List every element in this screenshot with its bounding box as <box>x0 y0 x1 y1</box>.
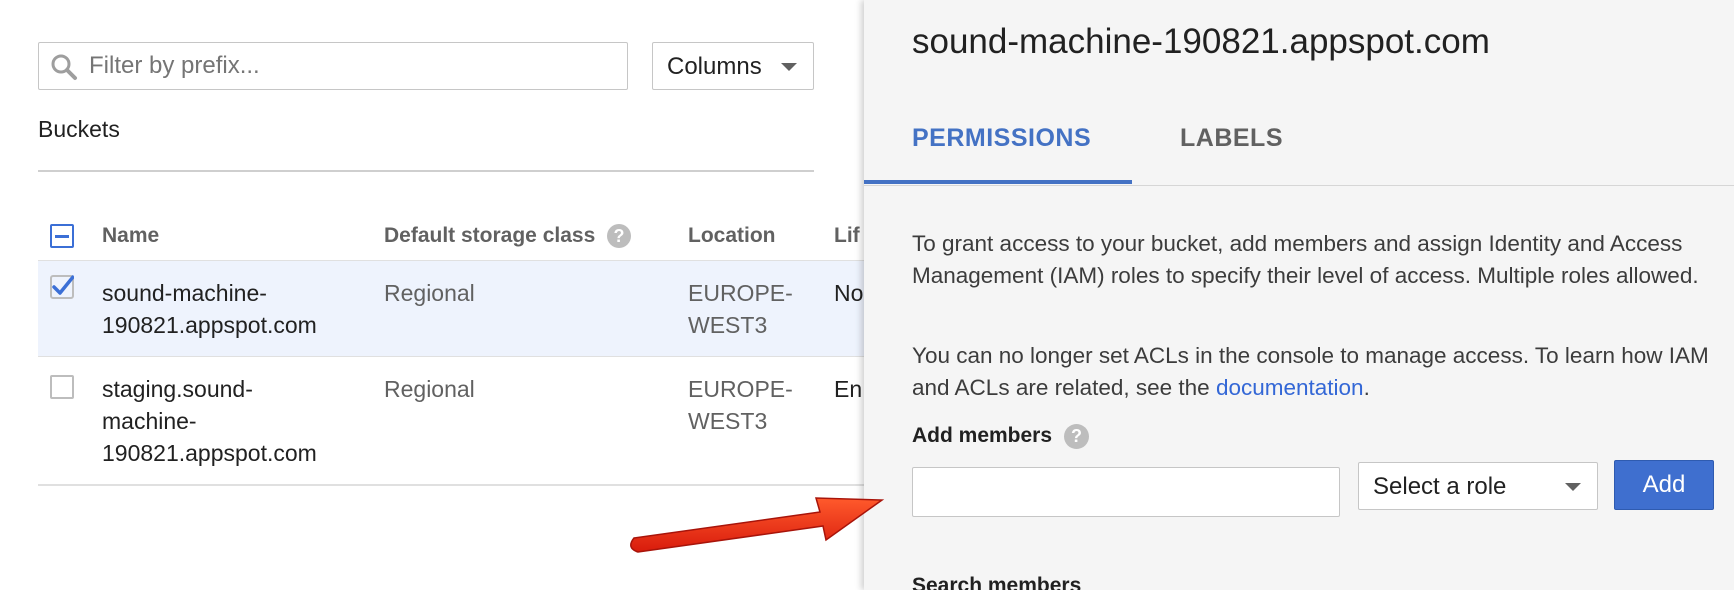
role-select-label: Select a role <box>1373 473 1507 500</box>
panel-title: sound-machine-190821.appspot.com <box>912 22 1490 61</box>
select-all-checkbox[interactable] <box>50 224 74 248</box>
acl-notice-end: . <box>1363 375 1370 400</box>
columns-dropdown-label: Columns <box>667 53 762 80</box>
add-members-heading: Add members? <box>912 424 1090 449</box>
row-checkbox[interactable] <box>50 375 74 399</box>
active-tab-indicator <box>864 180 1132 184</box>
columns-dropdown[interactable]: Columns <box>652 42 814 90</box>
filter-input[interactable] <box>89 49 609 83</box>
tab-permissions[interactable]: PERMISSIONS <box>912 124 1091 153</box>
chevron-down-icon <box>781 63 797 71</box>
table-row[interactable]: sound-machine-190821.appspot.com Regiona… <box>38 260 864 356</box>
header-storage-class[interactable]: Default storage class ? <box>384 224 631 249</box>
bucket-name-link[interactable]: sound-machine-190821.appspot.com <box>102 277 362 341</box>
section-title: Buckets <box>38 116 120 142</box>
header-location[interactable]: Location <box>688 224 776 248</box>
storage-class-value: Regional <box>384 280 475 306</box>
search-members-heading: Search members <box>912 574 1082 590</box>
bucket-name-link[interactable]: staging.sound-machine-190821.appspot.com <box>102 373 342 469</box>
add-button[interactable]: Add <box>1614 460 1714 510</box>
documentation-link[interactable]: documentation <box>1216 375 1364 400</box>
row-checkbox-checked[interactable] <box>50 275 74 299</box>
header-lifecycle[interactable]: Lif <box>834 224 860 248</box>
filter-box[interactable] <box>38 42 628 90</box>
permissions-description: To grant access to your bucket, add memb… <box>912 231 1699 288</box>
table-row[interactable]: staging.sound-machine-190821.appspot.com… <box>38 356 864 484</box>
storage-class-value: Regional <box>384 376 475 402</box>
help-icon[interactable]: ? <box>606 224 631 249</box>
add-members-label: Add members <box>912 424 1053 448</box>
tab-labels[interactable]: LABELS <box>1180 124 1283 153</box>
chevron-down-icon <box>1565 483 1581 491</box>
add-members-input[interactable] <box>912 467 1340 517</box>
location-value: EUROPE-WEST3 <box>688 280 793 338</box>
annotation-arrow <box>630 497 885 553</box>
header-name[interactable]: Name <box>102 224 159 248</box>
tab-bar: PERMISSIONS LABELS <box>864 100 1734 186</box>
bucket-details-panel: sound-machine-190821.appspot.com PERMISS… <box>864 0 1734 590</box>
location-value: EUROPE-WEST3 <box>688 376 793 434</box>
divider <box>38 170 814 172</box>
help-icon[interactable]: ? <box>1064 424 1090 449</box>
role-select[interactable]: Select a role <box>1358 462 1598 510</box>
acl-notice: You can no longer set ACLs in the consol… <box>912 340 1712 404</box>
search-icon <box>51 54 77 80</box>
table-header: Name Default storage class ? Location Li… <box>38 214 864 260</box>
header-storage-class-label: Default storage class <box>384 224 596 247</box>
